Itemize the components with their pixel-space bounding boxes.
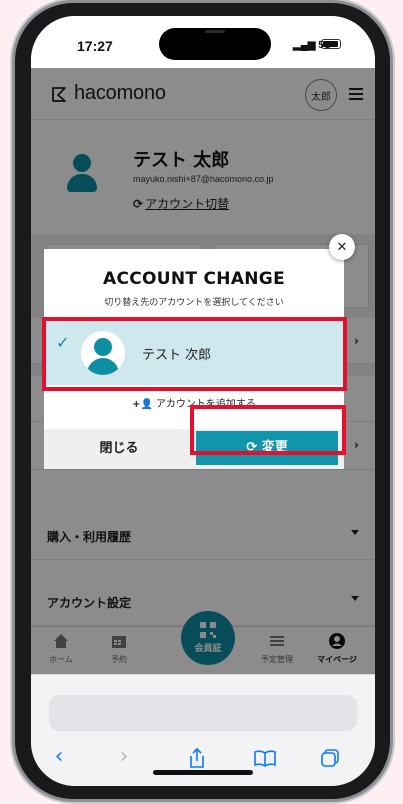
add-user-icon: +👤 <box>132 399 153 410</box>
tabs-icon[interactable] <box>317 747 345 769</box>
dialog-title: ACCOUNT CHANGE <box>103 269 285 289</box>
forward-icon: › <box>119 744 129 769</box>
close-icon[interactable]: ✕ <box>329 234 355 260</box>
back-icon[interactable]: ‹ <box>45 746 73 769</box>
status-time: 17:27 <box>77 38 113 54</box>
change-button[interactable]: ⟳ 変更 <box>196 431 338 465</box>
bookmarks-icon[interactable] <box>251 747 279 769</box>
battery-icon <box>321 39 341 49</box>
refresh-icon: ⟳ <box>246 440 262 455</box>
power-button <box>390 225 394 315</box>
dialog-button-row: 閉じる ⟳ 変更 <box>44 429 344 469</box>
home-indicator <box>153 770 253 775</box>
account-name: テスト 次郎 <box>142 348 212 363</box>
close-button[interactable]: 閉じる <box>44 429 194 469</box>
share-icon[interactable] <box>183 747 211 769</box>
change-label: 変更 <box>261 440 288 455</box>
dialog-subtitle: 切り替え先のアカウントを選択してください <box>104 298 284 308</box>
account-list-item[interactable]: ✓ テスト 次郎 <box>44 321 344 385</box>
dynamic-island <box>159 28 271 60</box>
checkmark-icon: ✓ <box>56 333 70 352</box>
account-change-dialog: ACCOUNT CHANGE 切り替え先のアカウントを選択してください ✓ テス… <box>44 249 344 469</box>
user-avatar-icon <box>81 331 125 375</box>
add-account-label: アカウントを追加する <box>155 399 256 410</box>
address-bar[interactable] <box>49 695 357 731</box>
add-account-link[interactable]: +👤 アカウントを追加する <box>44 395 344 410</box>
